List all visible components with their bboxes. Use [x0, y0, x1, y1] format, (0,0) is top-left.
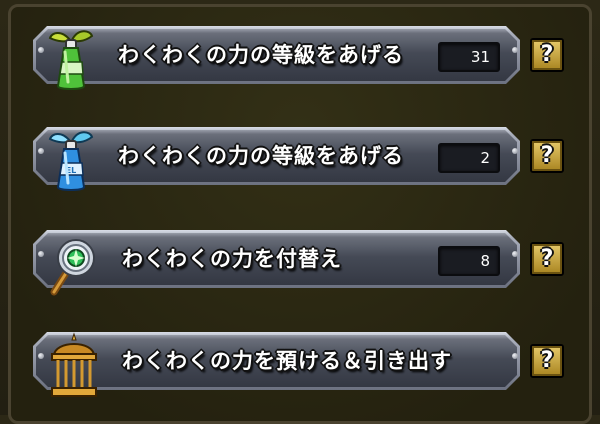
- question-mark-icon: ?: [540, 246, 554, 271]
- count-value: 31: [470, 48, 490, 66]
- menu-label: わくわくの力を付替え: [122, 247, 342, 271]
- menu-label: わくわくの力を預ける＆引き出す: [122, 349, 452, 373]
- help-button[interactable]: ?: [530, 139, 564, 173]
- count-value: 2: [480, 149, 490, 167]
- question-mark-icon: ?: [540, 143, 554, 168]
- question-mark-icon: ?: [540, 42, 554, 67]
- menu-row-replace-power[interactable]: わくわくの力を付替え 8 ?: [0, 216, 600, 304]
- menu-label: わくわくの力の等級をあげる: [118, 43, 404, 67]
- blue-el-seed-bottle-icon: EL: [48, 131, 94, 191]
- count-value: 8: [480, 252, 490, 270]
- help-button[interactable]: ?: [530, 38, 564, 72]
- golden-cage-icon: [51, 332, 97, 397]
- count-badge: 2: [438, 143, 500, 173]
- menu-row-upgrade-grade-2[interactable]: EL わくわくの力の等級をあげる 2 ?: [0, 113, 600, 201]
- menu-label: わくわくの力の等級をあげる: [118, 144, 404, 168]
- count-badge: 31: [438, 42, 500, 72]
- question-mark-icon: ?: [540, 348, 554, 373]
- menu-row-deposit-withdraw[interactable]: わくわくの力を預ける＆引き出す ?: [0, 318, 600, 406]
- green-seed-bottle-icon: [48, 30, 94, 90]
- clover-mirror-wand-icon: [50, 239, 95, 296]
- help-button[interactable]: ?: [530, 242, 564, 276]
- menu-row-upgrade-grade-1[interactable]: わくわくの力の等級をあげる 31 ?: [0, 12, 600, 100]
- help-button[interactable]: ?: [530, 344, 564, 378]
- count-badge: 8: [438, 246, 500, 276]
